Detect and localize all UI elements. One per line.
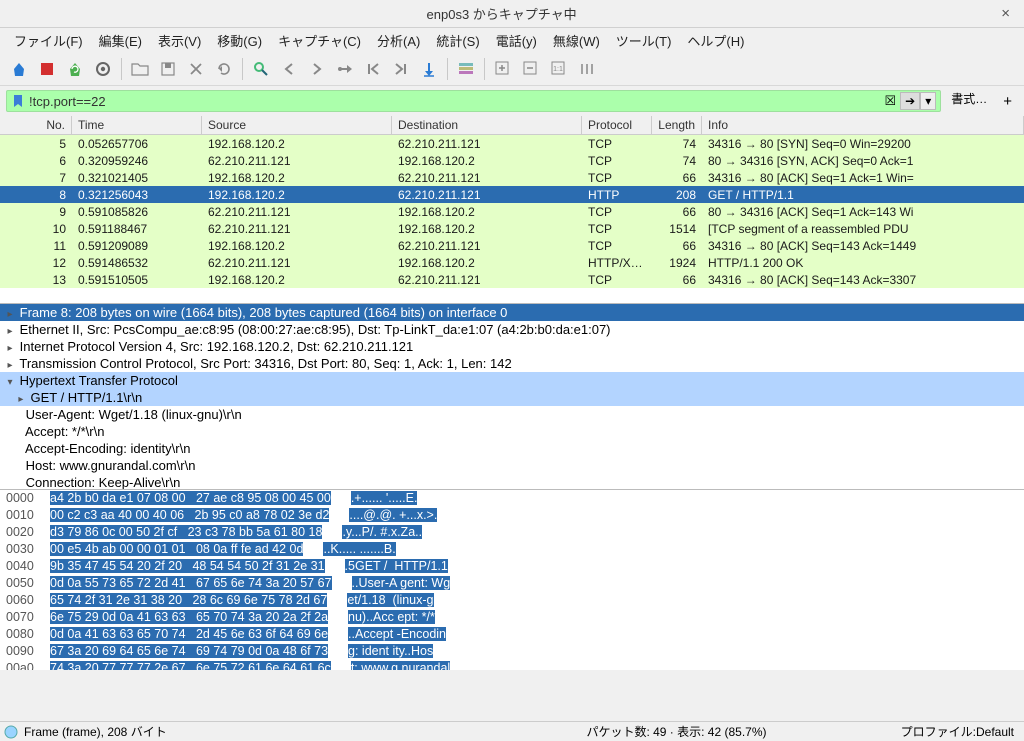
menu-edit[interactable]: 編集(E): [93, 29, 148, 52]
go-first-button[interactable]: [360, 56, 386, 82]
svg-text:1:1: 1:1: [553, 66, 563, 73]
go-next-button[interactable]: [304, 56, 330, 82]
detail-frame[interactable]: ▸ Frame 8: 208 bytes on wire (1664 bits)…: [0, 304, 1024, 321]
hex-row[interactable]: 009067 3a 20 69 64 65 6e 74 69 74 79 0d …: [0, 643, 1024, 660]
hex-row[interactable]: 0000a4 2b b0 da e1 07 08 00 27 ae c8 95 …: [0, 490, 1024, 507]
display-filter-input[interactable]: [29, 94, 880, 109]
zoom-out-button[interactable]: [518, 56, 544, 82]
menu-file[interactable]: ファイル(F): [8, 29, 89, 52]
resize-columns-button[interactable]: [574, 56, 600, 82]
stop-capture-button[interactable]: [34, 56, 60, 82]
statusbar: Frame (frame), 208 バイト パケット数: 49 · 表示: 4…: [0, 721, 1024, 741]
expression-button[interactable]: 書式…: [945, 90, 993, 112]
col-header-length[interactable]: Length: [652, 116, 702, 134]
go-to-packet-button[interactable]: [332, 56, 358, 82]
col-header-info[interactable]: Info: [702, 116, 1024, 134]
bookmark-icon[interactable]: [11, 94, 25, 108]
zoom-in-button[interactable]: [490, 56, 516, 82]
packet-row[interactable]: 130.591510505192.168.120.262.210.211.121…: [0, 271, 1024, 288]
restart-capture-button[interactable]: [62, 56, 88, 82]
status-field-info: Frame (frame), 208 バイト: [24, 723, 167, 740]
hex-row[interactable]: 00409b 35 47 45 54 20 2f 20 48 54 54 50 …: [0, 558, 1024, 575]
detail-tcp[interactable]: ▸ Transmission Control Protocol, Src Por…: [0, 355, 1024, 372]
col-header-time[interactable]: Time: [72, 116, 202, 134]
detail-accept[interactable]: Accept: */*\r\n: [0, 423, 1024, 440]
close-file-button[interactable]: [183, 56, 209, 82]
colorize-button[interactable]: [453, 56, 479, 82]
packet-row[interactable]: 50.052657706192.168.120.262.210.211.121T…: [0, 135, 1024, 152]
go-previous-button[interactable]: [276, 56, 302, 82]
menu-help[interactable]: ヘルプ(H): [681, 29, 750, 52]
packet-row[interactable]: 70.321021405192.168.120.262.210.211.121T…: [0, 169, 1024, 186]
hex-row[interactable]: 00800d 0a 41 63 63 65 70 74 2d 45 6e 63 …: [0, 626, 1024, 643]
menu-capture[interactable]: キャプチャ(C): [272, 29, 367, 52]
menu-tools[interactable]: ツール(T): [610, 29, 678, 52]
packet-row[interactable]: 120.59148653262.210.211.121192.168.120.2…: [0, 254, 1024, 271]
open-file-button[interactable]: [127, 56, 153, 82]
menu-statistics[interactable]: 統計(S): [430, 29, 485, 52]
reload-button[interactable]: [211, 56, 237, 82]
filter-clear-icon[interactable]: ☒: [880, 93, 900, 109]
packet-row[interactable]: 110.591209089192.168.120.262.210.211.121…: [0, 237, 1024, 254]
menu-analyze[interactable]: 分析(A): [371, 29, 426, 52]
display-filter-bar: ☒ ➔ ▾ 書式… +: [0, 86, 1024, 116]
expert-info-icon[interactable]: [4, 725, 18, 739]
packet-list[interactable]: No. Time Source Destination Protocol Len…: [0, 116, 1024, 304]
menu-go[interactable]: 移動(G): [211, 29, 268, 52]
packet-row[interactable]: 80.321256043192.168.120.262.210.211.121H…: [0, 186, 1024, 203]
detail-connection[interactable]: Connection: Keep-Alive\r\n: [0, 474, 1024, 490]
col-header-destination[interactable]: Destination: [392, 116, 582, 134]
packet-row[interactable]: 60.32095924662.210.211.121192.168.120.2T…: [0, 152, 1024, 169]
col-header-protocol[interactable]: Protocol: [582, 116, 652, 134]
packet-details[interactable]: ▸ Frame 8: 208 bytes on wire (1664 bits)…: [0, 304, 1024, 490]
packet-list-header: No. Time Source Destination Protocol Len…: [0, 116, 1024, 135]
status-profile[interactable]: プロファイル:Default: [901, 723, 1020, 740]
zoom-reset-button[interactable]: 1:1: [546, 56, 572, 82]
col-header-source[interactable]: Source: [202, 116, 392, 134]
toolbar-separator: [121, 58, 122, 80]
hex-row[interactable]: 001000 c2 c3 aa 40 00 40 06 2b 95 c0 a8 …: [0, 507, 1024, 524]
detail-accept-encoding[interactable]: Accept-Encoding: identity\r\n: [0, 440, 1024, 457]
detail-ip[interactable]: ▸ Internet Protocol Version 4, Src: 192.…: [0, 338, 1024, 355]
detail-http[interactable]: ▾ Hypertext Transfer Protocol: [0, 372, 1024, 389]
close-icon[interactable]: ×: [995, 5, 1016, 22]
save-file-button[interactable]: [155, 56, 181, 82]
hex-row[interactable]: 0020d3 79 86 0c 00 50 2f cf 23 c3 78 bb …: [0, 524, 1024, 541]
packet-row[interactable]: 90.59108582662.210.211.121192.168.120.2T…: [0, 203, 1024, 220]
capture-options-button[interactable]: [90, 56, 116, 82]
detail-http-get[interactable]: ▸ GET / HTTP/1.1\r\n: [0, 389, 1024, 406]
packet-bytes[interactable]: 0000a4 2b b0 da e1 07 08 00 27 ae c8 95 …: [0, 490, 1024, 670]
menubar: ファイル(F) 編集(E) 表示(V) 移動(G) キャプチャ(C) 分析(A)…: [0, 28, 1024, 52]
detail-host[interactable]: Host: www.gnurandal.com\r\n: [0, 457, 1024, 474]
autoscroll-button[interactable]: [416, 56, 442, 82]
filter-input-container[interactable]: ☒ ➔ ▾: [6, 90, 941, 112]
filter-add-button[interactable]: +: [997, 93, 1018, 110]
titlebar: enp0s3 からキャプチャ中 ×: [0, 0, 1024, 28]
menu-telephony[interactable]: 電話(y): [490, 29, 543, 52]
filter-dropdown-icon[interactable]: ▾: [920, 92, 936, 110]
toolbar-separator: [242, 58, 243, 80]
hex-row[interactable]: 006065 74 2f 31 2e 31 38 20 28 6c 69 6e …: [0, 592, 1024, 609]
find-packet-button[interactable]: [248, 56, 274, 82]
go-last-button[interactable]: [388, 56, 414, 82]
packet-row[interactable]: 100.59118846762.210.211.121192.168.120.2…: [0, 220, 1024, 237]
hex-row[interactable]: 00500d 0a 55 73 65 72 2d 41 67 65 6e 74 …: [0, 575, 1024, 592]
toolbar-separator: [447, 58, 448, 80]
detail-ethernet[interactable]: ▸ Ethernet II, Src: PcsCompu_ae:c8:95 (0…: [0, 321, 1024, 338]
hex-row[interactable]: 003000 e5 4b ab 00 00 01 01 08 0a ff fe …: [0, 541, 1024, 558]
toolbar-separator: [484, 58, 485, 80]
menu-view[interactable]: 表示(V): [152, 29, 207, 52]
menu-wireless[interactable]: 無線(W): [547, 29, 606, 52]
toolbar: 1:1: [0, 52, 1024, 86]
filter-apply-icon[interactable]: ➔: [900, 92, 920, 110]
start-capture-button[interactable]: [6, 56, 32, 82]
col-header-no[interactable]: No.: [0, 116, 72, 134]
hex-row[interactable]: 00a074 3a 20 77 77 77 2e 67 6e 75 72 61 …: [0, 660, 1024, 670]
hex-row[interactable]: 00706e 75 29 0d 0a 41 63 63 65 70 74 3a …: [0, 609, 1024, 626]
detail-user-agent[interactable]: User-Agent: Wget/1.18 (linux-gnu)\r\n: [0, 406, 1024, 423]
status-packet-count: パケット数: 49 · 表示: 42 (85.7%): [452, 723, 900, 740]
window-title: enp0s3 からキャプチャ中: [8, 4, 995, 23]
